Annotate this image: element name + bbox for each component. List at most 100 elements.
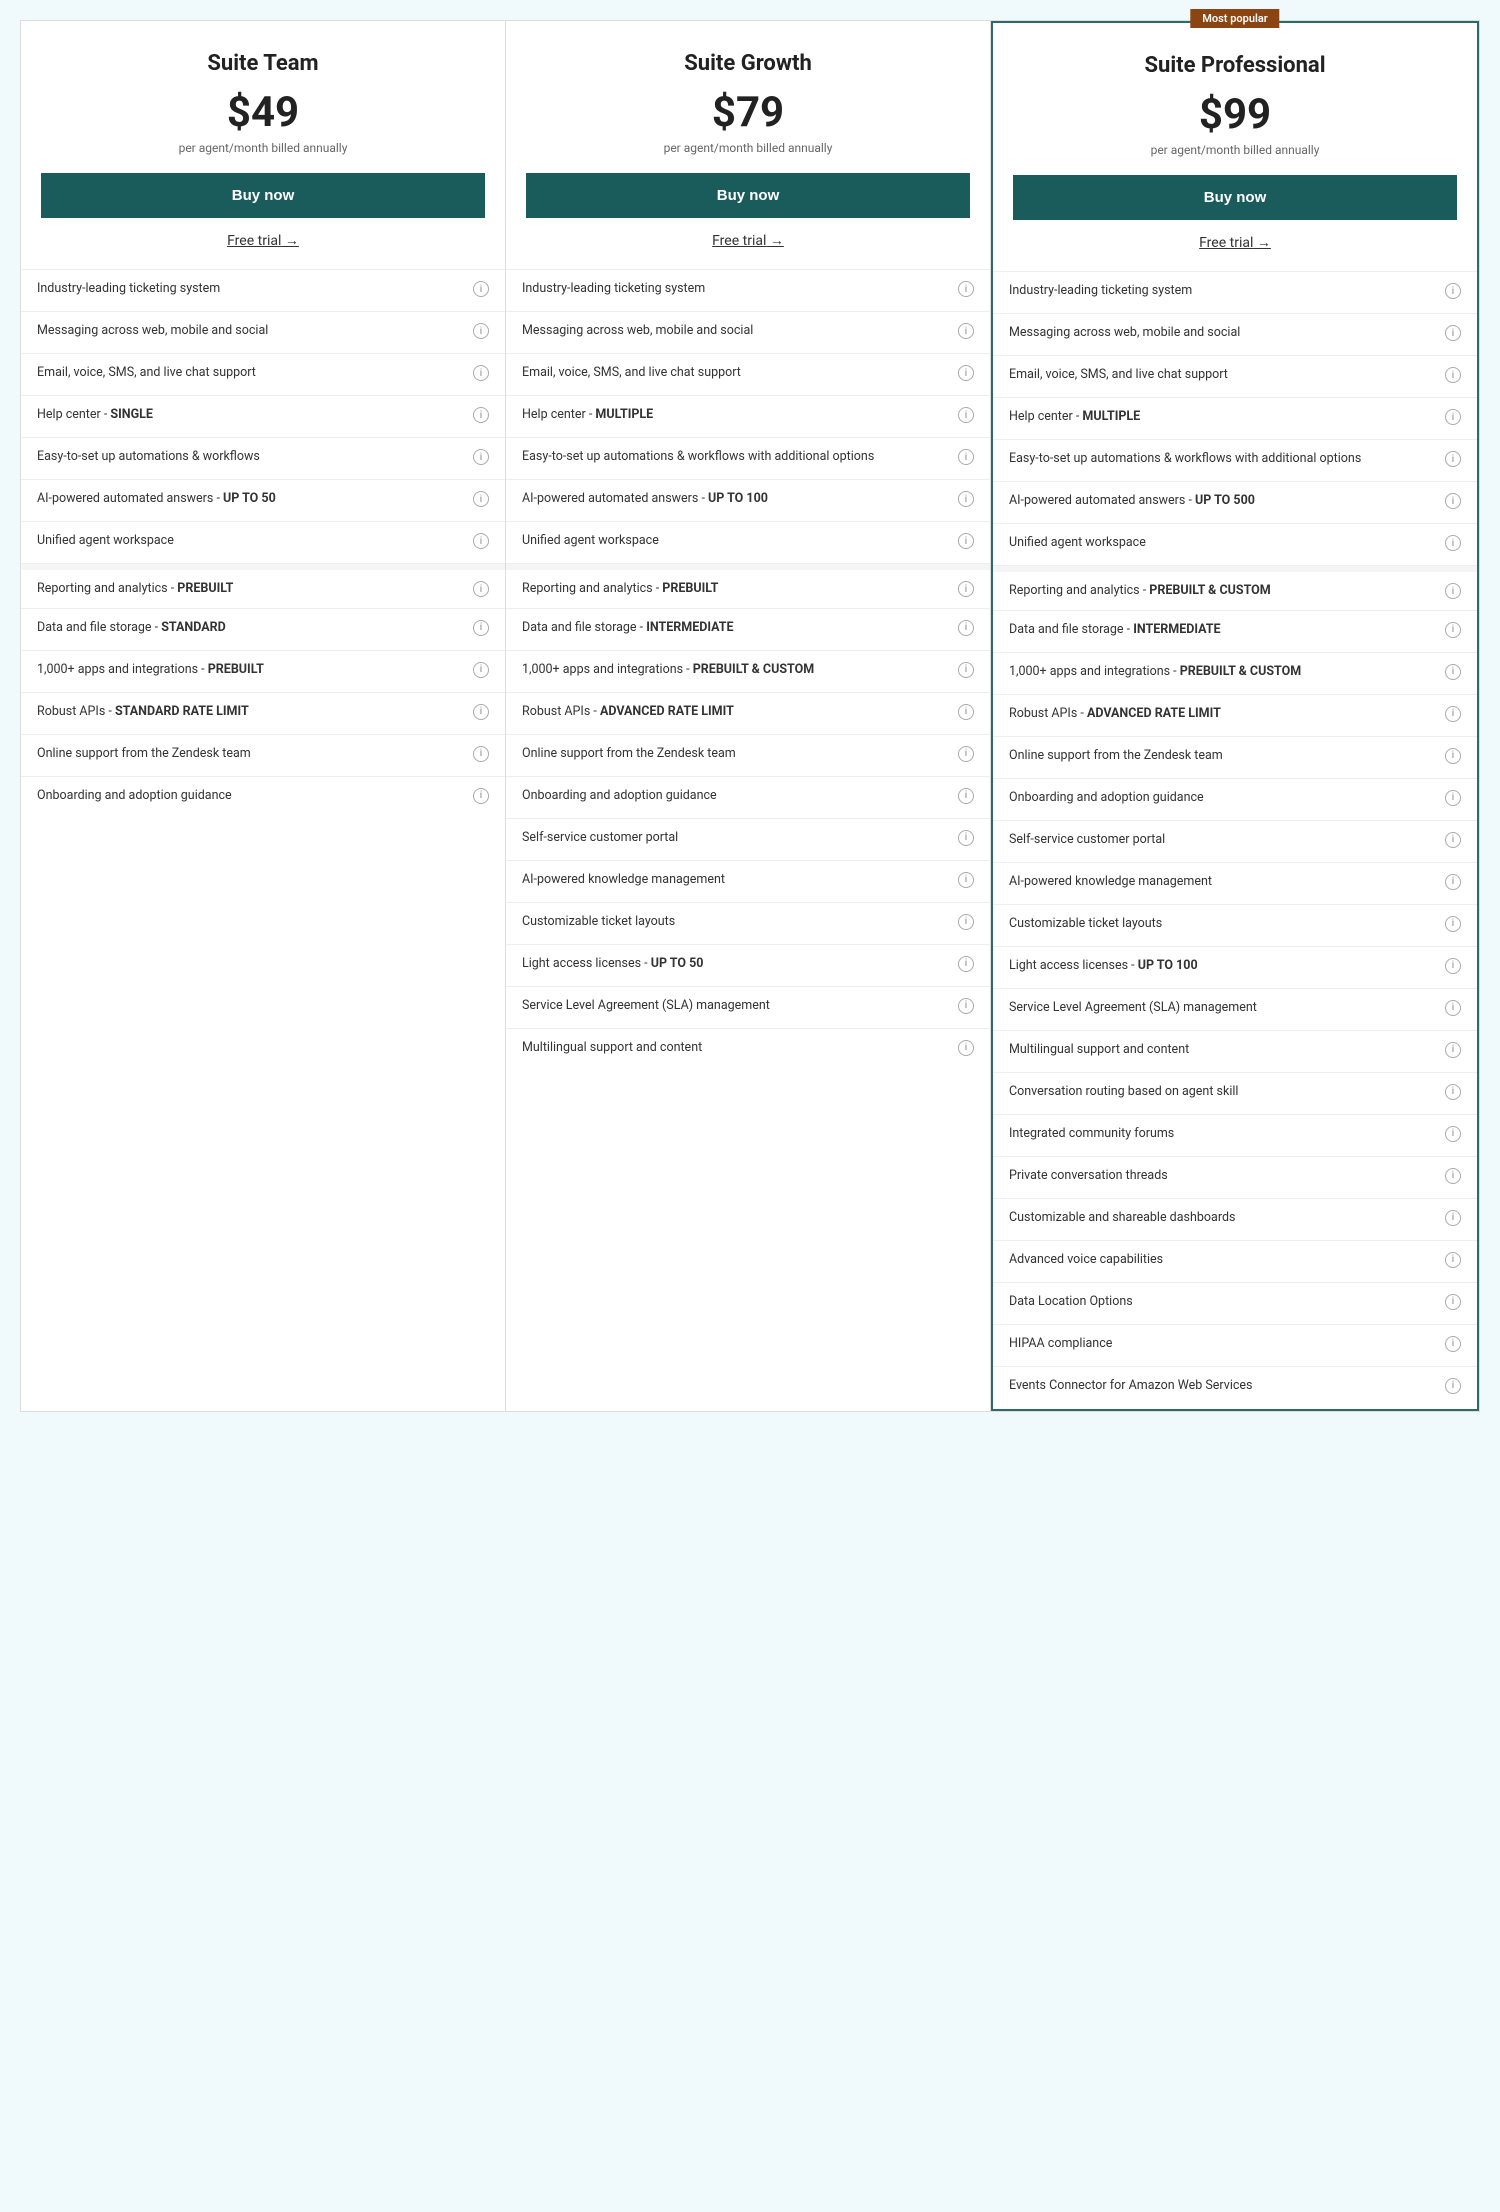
plan-billing-growth: per agent/month billed annually xyxy=(526,141,970,155)
feature-text: Industry-leading ticketing system xyxy=(37,280,473,298)
info-icon[interactable]: i xyxy=(1445,916,1461,932)
plan-column-growth: Suite Growth $79 per agent/month billed … xyxy=(506,21,991,1411)
info-icon[interactable]: i xyxy=(1445,1000,1461,1016)
feature-text: Reporting and analytics - PREBUILT & CUS… xyxy=(1009,582,1445,600)
info-icon[interactable]: i xyxy=(958,1040,974,1056)
info-icon[interactable]: i xyxy=(1445,622,1461,638)
info-icon[interactable]: i xyxy=(958,704,974,720)
info-icon[interactable]: i xyxy=(1445,409,1461,425)
info-icon[interactable]: i xyxy=(1445,1294,1461,1310)
info-icon[interactable]: i xyxy=(958,407,974,423)
info-icon[interactable]: i xyxy=(473,365,489,381)
buy-now-button-team[interactable]: Buy now xyxy=(41,173,485,218)
info-icon[interactable]: i xyxy=(1445,664,1461,680)
feature-item: Self-service customer portal i xyxy=(506,819,990,861)
feature-text: Easy-to-set up automations & workflows xyxy=(37,448,473,466)
info-icon[interactable]: i xyxy=(1445,748,1461,764)
feature-item: Easy-to-set up automations & workflows w… xyxy=(993,440,1477,482)
feature-text: AI-powered automated answers - UP TO 50 xyxy=(37,490,473,508)
feature-text: HIPAA compliance xyxy=(1009,1335,1445,1353)
feature-text: Private conversation threads xyxy=(1009,1167,1445,1185)
info-icon[interactable]: i xyxy=(1445,1084,1461,1100)
info-icon[interactable]: i xyxy=(473,581,489,597)
info-icon[interactable]: i xyxy=(473,533,489,549)
info-icon[interactable]: i xyxy=(958,998,974,1014)
info-icon[interactable]: i xyxy=(1445,451,1461,467)
info-icon[interactable]: i xyxy=(1445,1168,1461,1184)
info-icon[interactable]: i xyxy=(473,281,489,297)
info-icon[interactable]: i xyxy=(473,704,489,720)
info-icon[interactable]: i xyxy=(1445,583,1461,599)
feature-item: 1,000+ apps and integrations - PREBUILT … xyxy=(21,651,505,693)
info-icon[interactable]: i xyxy=(1445,1336,1461,1352)
feature-text: Help center - SINGLE xyxy=(37,406,473,424)
feature-item: AI-powered automated answers - UP TO 500… xyxy=(993,482,1477,524)
free-trial-link-professional[interactable]: Free trial xyxy=(1199,234,1271,251)
info-icon[interactable]: i xyxy=(958,365,974,381)
info-icon[interactable]: i xyxy=(473,620,489,636)
info-icon[interactable]: i xyxy=(958,620,974,636)
feature-item: Service Level Agreement (SLA) management… xyxy=(506,987,990,1029)
info-icon[interactable]: i xyxy=(473,407,489,423)
info-icon[interactable]: i xyxy=(1445,706,1461,722)
info-icon[interactable]: i xyxy=(958,830,974,846)
feature-item: Unified agent workspace i xyxy=(506,522,990,564)
feature-item: Data and file storage - INTERMEDIATE i xyxy=(506,609,990,651)
feature-list-professional: Industry-leading ticketing system i Mess… xyxy=(993,272,1477,1409)
info-icon[interactable]: i xyxy=(958,746,974,762)
buy-now-button-professional[interactable]: Buy now xyxy=(1013,175,1457,220)
feature-item: Self-service customer portal i xyxy=(993,821,1477,863)
feature-text: Self-service customer portal xyxy=(522,829,958,847)
feature-text: Email, voice, SMS, and live chat support xyxy=(1009,366,1445,384)
free-trial-link-team[interactable]: Free trial xyxy=(227,232,299,249)
info-icon[interactable]: i xyxy=(958,662,974,678)
feature-text: Robust APIs - STANDARD RATE LIMIT xyxy=(37,703,473,721)
info-icon[interactable]: i xyxy=(1445,1210,1461,1226)
feature-text: AI-powered knowledge management xyxy=(1009,873,1445,891)
info-icon[interactable]: i xyxy=(1445,1042,1461,1058)
info-icon[interactable]: i xyxy=(1445,493,1461,509)
feature-item: Robust APIs - ADVANCED RATE LIMIT i xyxy=(993,695,1477,737)
info-icon[interactable]: i xyxy=(958,872,974,888)
feature-text: Unified agent workspace xyxy=(37,532,473,550)
free-trial-link-growth[interactable]: Free trial xyxy=(712,232,784,249)
feature-text: Data and file storage - INTERMEDIATE xyxy=(522,619,958,637)
info-icon[interactable]: i xyxy=(1445,790,1461,806)
feature-item: Light access licenses - UP TO 50 i xyxy=(506,945,990,987)
info-icon[interactable]: i xyxy=(473,323,489,339)
feature-item: Integrated community forums i xyxy=(993,1115,1477,1157)
info-icon[interactable]: i xyxy=(1445,1126,1461,1142)
info-icon[interactable]: i xyxy=(1445,535,1461,551)
feature-item: Online support from the Zendesk team i xyxy=(993,737,1477,779)
feature-item: Messaging across web, mobile and social … xyxy=(21,312,505,354)
info-icon[interactable]: i xyxy=(1445,874,1461,890)
info-icon[interactable]: i xyxy=(1445,958,1461,974)
feature-item: Multilingual support and content i xyxy=(993,1031,1477,1073)
info-icon[interactable]: i xyxy=(1445,1378,1461,1394)
info-icon[interactable]: i xyxy=(1445,367,1461,383)
info-icon[interactable]: i xyxy=(1445,325,1461,341)
feature-text: Industry-leading ticketing system xyxy=(1009,282,1445,300)
info-icon[interactable]: i xyxy=(958,491,974,507)
info-icon[interactable]: i xyxy=(473,788,489,804)
info-icon[interactable]: i xyxy=(1445,832,1461,848)
info-icon[interactable]: i xyxy=(1445,283,1461,299)
info-icon[interactable]: i xyxy=(958,914,974,930)
info-icon[interactable]: i xyxy=(473,662,489,678)
info-icon[interactable]: i xyxy=(958,581,974,597)
info-icon[interactable]: i xyxy=(473,491,489,507)
info-icon[interactable]: i xyxy=(958,956,974,972)
info-icon[interactable]: i xyxy=(473,449,489,465)
feature-item: AI-powered automated answers - UP TO 50 … xyxy=(21,480,505,522)
info-icon[interactable]: i xyxy=(958,788,974,804)
info-icon[interactable]: i xyxy=(1445,1252,1461,1268)
info-icon[interactable]: i xyxy=(473,746,489,762)
info-icon[interactable]: i xyxy=(958,533,974,549)
feature-text: Unified agent workspace xyxy=(1009,534,1445,552)
info-icon[interactable]: i xyxy=(958,449,974,465)
feature-text: Industry-leading ticketing system xyxy=(522,280,958,298)
info-icon[interactable]: i xyxy=(958,281,974,297)
buy-now-button-growth[interactable]: Buy now xyxy=(526,173,970,218)
info-icon[interactable]: i xyxy=(958,323,974,339)
plan-price-growth: $79 xyxy=(526,88,970,137)
